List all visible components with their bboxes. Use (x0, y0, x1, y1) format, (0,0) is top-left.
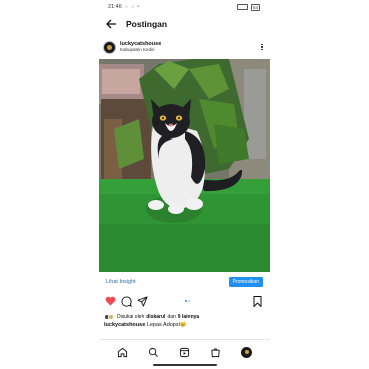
battery-indicator: 54 (250, 3, 260, 11)
likes-others[interactable]: 9 lainnya (178, 314, 199, 320)
home-icon[interactable] (117, 346, 129, 358)
account-avatar[interactable] (103, 40, 116, 54)
notification-icon: ◌ (124, 4, 129, 10)
promote-button[interactable]: Promosikan (228, 276, 263, 287)
post-caption: luckycatshouse Lepas Adopsi😸 (104, 322, 266, 328)
liker-avatar-2 (108, 313, 114, 320)
home-indicator (153, 364, 217, 366)
insight-bar: Lihat Insight Promosikan (99, 272, 270, 291)
post-photo[interactable] (99, 59, 270, 272)
shop-icon[interactable] (210, 346, 222, 358)
caption-username[interactable]: luckycatshouse (104, 322, 145, 328)
liker-username[interactable]: diskarul (146, 314, 165, 320)
signal-icon (236, 4, 248, 10)
bottom-nav (99, 344, 270, 360)
post-header: luckycatshouse Kabupaten Kediri (103, 39, 266, 55)
status-bar: 21:46 ◌ ◌ ▫ 54 (108, 3, 260, 11)
likes-middle: dan (167, 313, 176, 320)
carousel-dot-active (184, 300, 187, 302)
cat-photo-image (99, 59, 270, 272)
likes-prefix: Disukai oleh (117, 313, 145, 320)
search-icon[interactable] (148, 346, 160, 358)
likes-line: Disukai oleh diskarul dan 9 lainnya (104, 312, 266, 321)
heart-icon[interactable] (104, 295, 117, 308)
account-info: luckycatshouse Kabupaten Kediri (120, 41, 258, 53)
page-title: Postingan (126, 19, 168, 29)
post-actions (104, 294, 264, 308)
status-time: 21:46 (108, 4, 122, 10)
divider (99, 339, 270, 340)
instagram-post-screen: 21:46 ◌ ◌ ▫ 54 Postingan luckycatshouse … (99, 0, 270, 369)
location[interactable]: Kabupaten Kediri (120, 47, 258, 53)
reels-icon[interactable] (179, 346, 191, 358)
notification-icon-3: ▫ (137, 4, 140, 10)
carousel-dots (124, 300, 251, 302)
more-options-icon[interactable] (258, 41, 266, 53)
top-bar: Postingan (99, 16, 270, 32)
notification-icon-2: ◌ (131, 4, 135, 10)
back-arrow-icon[interactable] (104, 17, 118, 31)
bookmark-icon[interactable] (251, 295, 264, 308)
view-insights-link[interactable]: Lihat Insight (106, 279, 136, 285)
carousel-dot (188, 300, 191, 302)
profile-avatar[interactable] (241, 346, 253, 358)
caption-text: Lepas Adopsi😸 (146, 322, 187, 328)
